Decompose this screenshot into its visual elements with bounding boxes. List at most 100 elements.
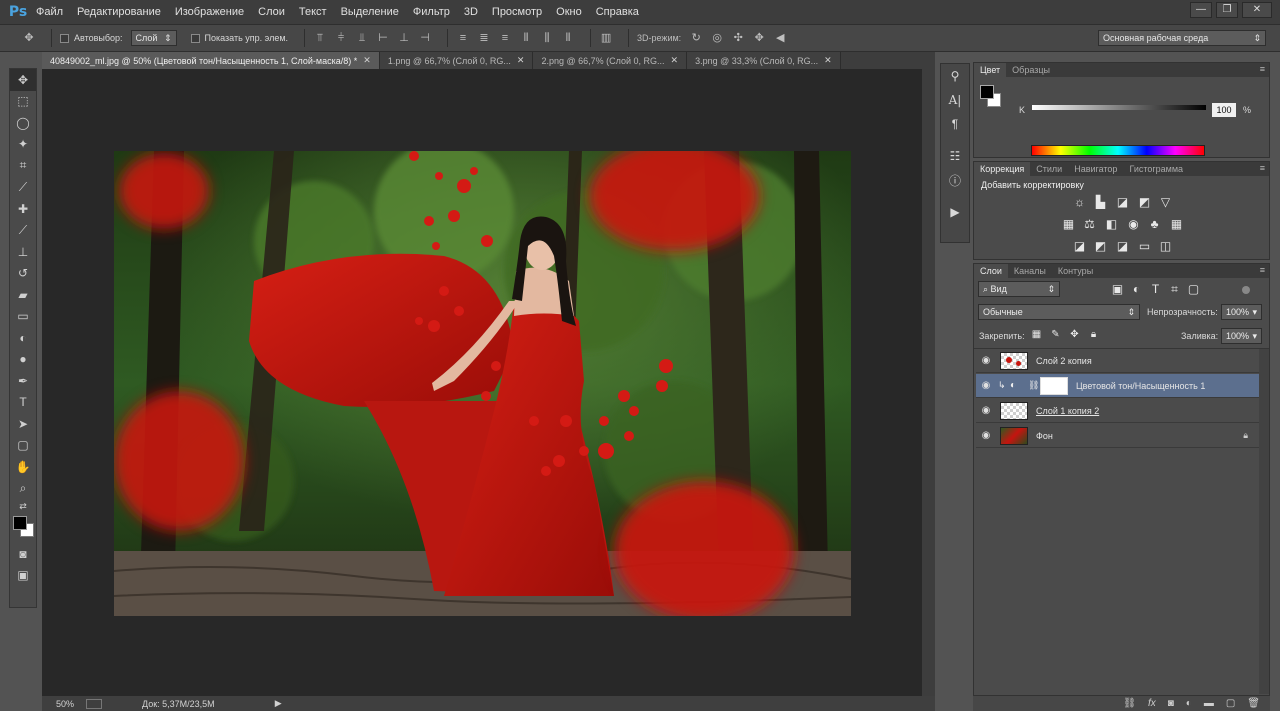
channel-mixer-icon[interactable]: ♣	[1147, 217, 1162, 232]
exposure-icon[interactable]: ◩	[1137, 195, 1152, 210]
color-balance-icon[interactable]: ⚖	[1082, 217, 1097, 232]
align-top-icon[interactable]: ⫪	[313, 31, 327, 45]
dodge-tool-icon[interactable]: ●	[10, 349, 36, 371]
screen-mode-icon[interactable]: ▣	[10, 565, 36, 587]
healing-brush-tool-icon[interactable]: ✚	[10, 198, 36, 220]
distribute-bottom-icon[interactable]: ≡	[498, 31, 512, 45]
blur-tool-icon[interactable]: ◐	[10, 327, 36, 349]
tab-paths[interactable]: Контуры	[1052, 264, 1099, 278]
filter-shape-icon[interactable]: ⌗	[1167, 282, 1182, 297]
doc-tab-2[interactable]: 2.png @ 66,7% (Слой 0, RG... ✕	[533, 52, 688, 69]
menu-file[interactable]: Файл	[36, 6, 63, 18]
layer-row-hue-saturation[interactable]: ◉ ↳ ◐ ⛓ Цветовой тон/Насыщенность 1	[976, 374, 1260, 398]
tab-adjustments[interactable]: Коррекция	[974, 162, 1031, 176]
status-icon[interactable]	[86, 698, 103, 709]
brush-tool-icon[interactable]: ⟋	[10, 220, 36, 242]
add-mask-icon[interactable]: ◙	[1168, 698, 1174, 709]
new-adjustment-layer-icon[interactable]: ◐	[1186, 698, 1192, 709]
layer-filter-dropdown[interactable]: ⌕ Вид ⇕	[978, 281, 1060, 297]
filter-pixel-icon[interactable]: ▣	[1110, 282, 1125, 297]
menu-image[interactable]: Изображение	[175, 6, 244, 18]
slide-3d-icon[interactable]: ✥	[752, 31, 766, 45]
tab-swatches[interactable]: Образцы	[1006, 63, 1056, 77]
character-panel-icon[interactable]: A|	[941, 88, 969, 112]
move-tool-icon[interactable]: ✥	[10, 69, 36, 91]
fx-icon[interactable]: fx	[1148, 698, 1156, 709]
minimize-button[interactable]: —	[1190, 2, 1212, 18]
menu-view[interactable]: Просмотр	[492, 6, 542, 18]
close-icon[interactable]: ✕	[517, 55, 525, 66]
distribute-left-icon[interactable]: ⦀	[519, 31, 533, 45]
status-menu-arrow-icon[interactable]: ▶	[275, 698, 282, 709]
close-icon[interactable]: ✕	[671, 55, 679, 66]
invert-icon[interactable]: ◪	[1072, 239, 1087, 254]
color-lookup-icon[interactable]: ▦	[1169, 217, 1184, 232]
new-layer-icon[interactable]: ▢	[1226, 698, 1235, 709]
menu-help[interactable]: Справка	[596, 6, 639, 18]
levels-icon[interactable]: ▙	[1093, 195, 1108, 210]
black-white-icon[interactable]: ◧	[1104, 217, 1119, 232]
k-value-input[interactable]: 100	[1212, 103, 1236, 117]
vertical-scrollbar[interactable]	[922, 69, 935, 696]
magic-wand-tool-icon[interactable]: ✦	[10, 134, 36, 156]
tab-layers[interactable]: Слои	[974, 264, 1008, 278]
distribute-top-icon[interactable]: ≡	[456, 31, 470, 45]
crop-tool-icon[interactable]: ⌗	[10, 155, 36, 177]
document-canvas[interactable]	[42, 69, 922, 696]
layer-name[interactable]: Слой 1 копия 2	[1036, 406, 1099, 416]
auto-align-icon[interactable]: ▥	[599, 31, 613, 45]
lock-all-icon[interactable]: 🔒︎	[1086, 327, 1101, 342]
quick-mask-icon[interactable]: ◙	[10, 543, 36, 565]
opacity-input[interactable]: 100% ▾	[1221, 304, 1262, 320]
zoom-level[interactable]: 50%	[56, 699, 74, 709]
paragraph-panel-icon[interactable]: ¶	[941, 112, 969, 136]
tab-navigator[interactable]: Навигатор	[1068, 162, 1123, 176]
layer-row-sloi1-kopiya2[interactable]: ◉ Слой 1 копия 2	[976, 399, 1260, 423]
zoom-tool-icon[interactable]: ⌕	[10, 478, 36, 500]
drag-3d-icon[interactable]: ✣	[731, 31, 745, 45]
chain-link-icon[interactable]: ⛓	[1028, 380, 1040, 391]
gradient-map-icon[interactable]: ▭	[1137, 239, 1152, 254]
menu-select[interactable]: Выделение	[341, 6, 399, 18]
eye-icon[interactable]: ◉	[976, 430, 996, 441]
delete-layer-icon[interactable]: 🗑︎	[1247, 698, 1260, 709]
layer-mask-thumbnail[interactable]	[1040, 376, 1068, 395]
filter-type-icon[interactable]: T	[1148, 282, 1163, 297]
fill-input[interactable]: 100% ▾	[1221, 328, 1262, 344]
close-icon[interactable]: ✕	[824, 55, 832, 66]
menu-filter[interactable]: Фильтр	[413, 6, 450, 18]
pen-tool-icon[interactable]: ✒	[10, 370, 36, 392]
menu-3d[interactable]: 3D	[464, 6, 478, 18]
align-right-icon[interactable]: ⊣	[418, 31, 432, 45]
lock-transparent-icon[interactable]: ▦	[1029, 327, 1044, 342]
tab-color[interactable]: Цвет	[974, 63, 1007, 77]
layer-row-fon[interactable]: ◉ Фон 🔒︎	[976, 424, 1260, 448]
actions-panel-icon[interactable]: ▶	[941, 200, 969, 224]
doc-tab-1[interactable]: 1.png @ 66,7% (Слой 0, RG... ✕	[379, 52, 534, 69]
info-panel-icon[interactable]: ⓘ	[941, 168, 969, 192]
align-left-icon[interactable]: ⊢	[376, 31, 390, 45]
swap-colors-icon[interactable]: ⇄	[10, 499, 36, 513]
history-panel-icon[interactable]: ⚲	[941, 64, 969, 88]
distribute-right-icon[interactable]: ⦀	[561, 31, 575, 45]
align-bottom-icon[interactable]: ⫫	[355, 31, 369, 45]
filter-adjustment-icon[interactable]: ◐	[1129, 282, 1144, 297]
layers-scrollbar[interactable]	[1259, 349, 1269, 694]
filter-toggle-icon[interactable]	[1242, 286, 1250, 294]
doc-tab-3[interactable]: 3.png @ 33,3% (Слой 0, RG... ✕	[687, 52, 841, 69]
roll-3d-icon[interactable]: ◎	[710, 31, 724, 45]
foreground-color-swatch[interactable]	[980, 85, 994, 99]
curves-icon[interactable]: ◪	[1115, 195, 1130, 210]
link-layers-icon[interactable]: ⛓	[1123, 698, 1136, 709]
align-hcenter-icon[interactable]: ⊥	[397, 31, 411, 45]
move-tool-preset-icon[interactable]: ✥	[22, 31, 36, 45]
align-vcenter-icon[interactable]: ⫩	[334, 31, 348, 45]
type-tool-icon[interactable]: T	[10, 392, 36, 414]
foreground-color-swatch[interactable]	[13, 516, 27, 530]
path-selection-tool-icon[interactable]: ➤	[10, 413, 36, 435]
distribute-vcenter-icon[interactable]: ≣	[477, 31, 491, 45]
lasso-tool-icon[interactable]: ◯	[10, 112, 36, 134]
layer-name[interactable]: Цветовой тон/Насыщенность 1	[1076, 381, 1205, 391]
tab-channels[interactable]: Каналы	[1008, 264, 1052, 278]
autoselect-dropdown[interactable]: Слой ⇕	[130, 30, 177, 46]
